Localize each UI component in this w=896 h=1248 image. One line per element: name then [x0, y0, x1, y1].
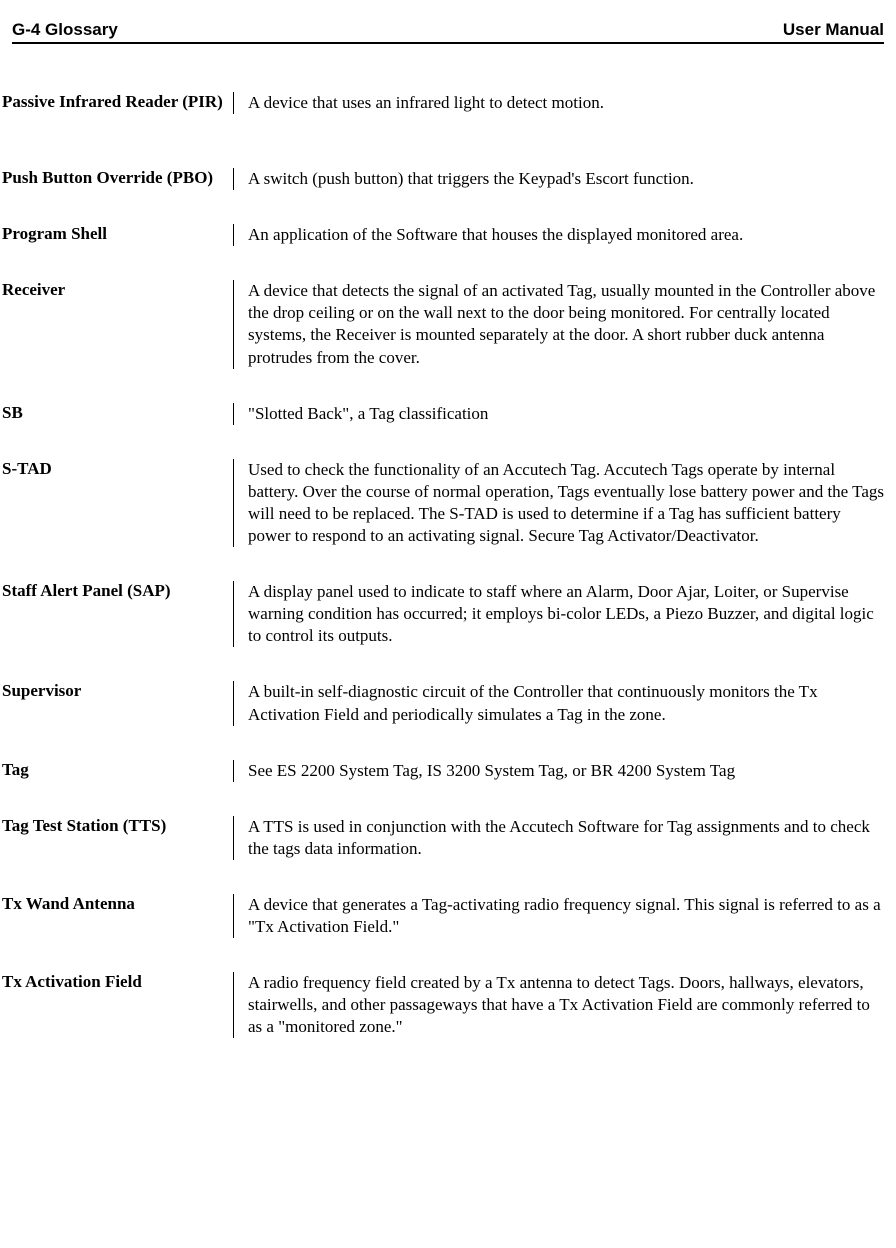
definition: A device that uses an infrared light to … — [234, 92, 884, 114]
definition: "Slotted Back", a Tag classification — [234, 403, 884, 425]
term: Tx Activation Field — [2, 972, 234, 1038]
term: Push Button Override (PBO) — [2, 168, 234, 190]
glossary-row: Program Shell An application of the Soft… — [2, 224, 884, 246]
definition: See ES 2200 System Tag, IS 3200 System T… — [234, 760, 884, 782]
glossary-row: Staff Alert Panel (SAP) A display panel … — [2, 581, 884, 647]
glossary-row: Tag See ES 2200 System Tag, IS 3200 Syst… — [2, 760, 884, 782]
definition: A switch (push button) that triggers the… — [234, 168, 884, 190]
glossary-row: Passive Infrared Reader (PIR) A device t… — [2, 92, 884, 114]
definition: A device that generates a Tag-activating… — [234, 894, 884, 938]
glossary-row: S-TAD Used to check the functionality of… — [2, 459, 884, 547]
glossary-row: Receiver A device that detects the signa… — [2, 280, 884, 368]
page-header: G-4 Glossary User Manual — [12, 20, 884, 44]
definition: A display panel used to indicate to staf… — [234, 581, 884, 647]
definition: A radio frequency field created by a Tx … — [234, 972, 884, 1038]
term: Program Shell — [2, 224, 234, 246]
header-left: G-4 Glossary — [12, 20, 118, 40]
term: Staff Alert Panel (SAP) — [2, 581, 234, 647]
header-right: User Manual — [783, 20, 884, 40]
glossary-row: Supervisor A built-in self-diagnostic ci… — [2, 681, 884, 725]
glossary-row: Tx Activation Field A radio frequency fi… — [2, 972, 884, 1038]
term: Tx Wand Antenna — [2, 894, 234, 938]
glossary-row: SB "Slotted Back", a Tag classification — [2, 403, 884, 425]
glossary-row: Tx Wand Antenna A device that generates … — [2, 894, 884, 938]
term: Tag Test Station (TTS) — [2, 816, 234, 860]
term: Receiver — [2, 280, 234, 368]
definition: A built-in self-diagnostic circuit of th… — [234, 681, 884, 725]
definition: An application of the Software that hous… — [234, 224, 884, 246]
term: SB — [2, 403, 234, 425]
glossary-row: Push Button Override (PBO) A switch (pus… — [2, 168, 884, 190]
term: Tag — [2, 760, 234, 782]
definition: A device that detects the signal of an a… — [234, 280, 884, 368]
glossary-table: Passive Infrared Reader (PIR) A device t… — [2, 92, 884, 1038]
glossary-row: Tag Test Station (TTS) A TTS is used in … — [2, 816, 884, 860]
definition: A TTS is used in conjunction with the Ac… — [234, 816, 884, 860]
definition: Used to check the functionality of an Ac… — [234, 459, 884, 547]
term: Supervisor — [2, 681, 234, 725]
term: S-TAD — [2, 459, 234, 547]
term: Passive Infrared Reader (PIR) — [2, 92, 234, 114]
